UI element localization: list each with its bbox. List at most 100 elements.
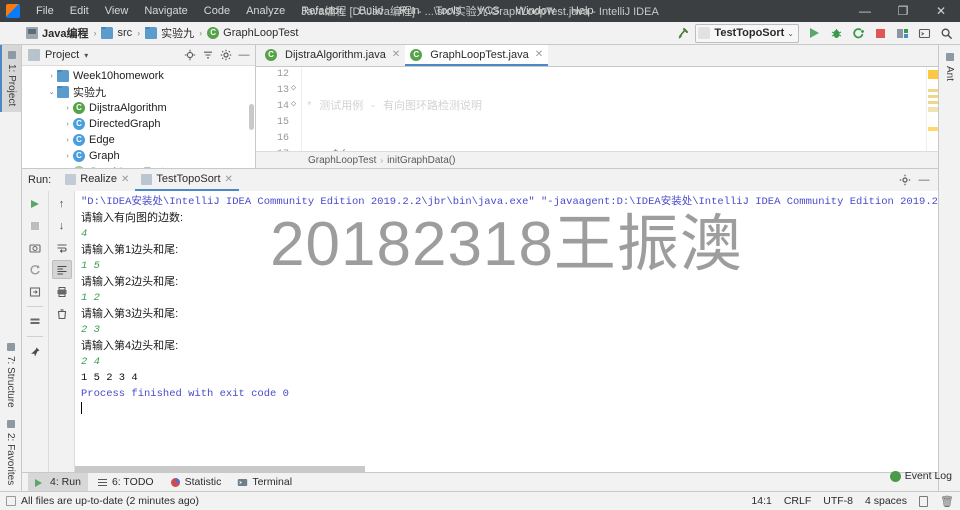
bottom-tab-todo[interactable]: 6: TODO xyxy=(90,473,161,491)
chevron-right-icon[interactable]: › xyxy=(62,137,73,144)
project-tree[interactable]: › Week10homework ⌄ 实验九 › C DijstraAlgori… xyxy=(22,66,255,168)
chevron-down-icon[interactable]: ⌄ xyxy=(46,88,57,96)
menu-tools[interactable]: Tools xyxy=(427,2,469,20)
sidebar-item-ant[interactable]: Ant xyxy=(942,49,957,85)
search-everywhere-icon[interactable] xyxy=(936,23,956,43)
chevron-right-icon[interactable]: › xyxy=(62,105,73,112)
caret-position[interactable]: 14:1 xyxy=(751,495,771,507)
trash-icon[interactable]: 🗑 xyxy=(940,495,954,508)
menu-vcs[interactable]: VCS xyxy=(469,2,508,20)
soft-wrap-icon[interactable] xyxy=(52,238,72,257)
run-configuration-selector[interactable]: TestTopoSort ⌄ xyxy=(695,23,799,43)
project-tree-scrollbar[interactable] xyxy=(249,104,254,130)
settings-gear-icon[interactable] xyxy=(897,172,913,188)
class-icon: C xyxy=(73,166,85,168)
breadcrumb-item-class[interactable]: C GraphLoopTest xyxy=(203,26,302,40)
sidebar-item-favorites[interactable]: 2: Favorites xyxy=(0,414,21,491)
build-hammer-icon[interactable] xyxy=(673,23,693,43)
event-log-button[interactable]: Event Log xyxy=(889,470,952,482)
read-only-toggle-icon[interactable] xyxy=(919,495,929,507)
file-encoding[interactable]: UTF-8 xyxy=(823,495,853,507)
collapse-all-icon[interactable] xyxy=(200,47,216,63)
menu-analyze[interactable]: Analyze xyxy=(238,2,293,20)
breadcrumb-item-src[interactable]: src xyxy=(97,26,136,40)
tree-item-graphlooptest[interactable]: › C GraphLoopTest xyxy=(22,164,255,168)
run-tab-realize[interactable]: Realize ✕ xyxy=(59,170,135,191)
breadcrumb-item-project[interactable]: Java编程 xyxy=(22,24,92,42)
breadcrumb-class[interactable]: GraphLoopTest xyxy=(308,155,376,166)
line-separator[interactable]: CRLF xyxy=(784,495,811,507)
debug-icon[interactable] xyxy=(826,23,846,43)
hide-panel-icon[interactable]: — xyxy=(916,172,932,188)
thread-dump-icon[interactable] xyxy=(25,312,45,331)
tree-item-directedgraph[interactable]: › C DirectedGraph xyxy=(22,116,255,132)
tree-item-shiyanjiu[interactable]: ⌄ 实验九 xyxy=(22,84,255,100)
print-icon[interactable] xyxy=(52,282,72,301)
menu-help[interactable]: Help xyxy=(563,2,602,20)
run-with-coverage-icon[interactable] xyxy=(848,23,868,43)
menu-build[interactable]: Build xyxy=(351,2,391,20)
menu-run[interactable]: Run xyxy=(391,2,427,20)
menu-code[interactable]: Code xyxy=(196,2,238,20)
down-arrow-icon[interactable]: ↓ xyxy=(52,216,72,235)
menu-edit[interactable]: Edit xyxy=(62,2,97,20)
menu-refactor[interactable]: Refactor xyxy=(293,2,351,20)
run-tab-testtoposort[interactable]: TestTopoSort ✕ xyxy=(135,170,239,191)
close-icon[interactable]: ✕ xyxy=(225,174,233,185)
tab-graphlooptest[interactable]: C GraphLoopTest.java ✕ xyxy=(405,45,549,66)
code-editor[interactable]: 12 13 14 15 16 17 ◇ ◇ * 测试用例 - 有向图环路检测说明… xyxy=(256,67,938,151)
bottom-tab-run[interactable]: 4: Run xyxy=(28,473,88,491)
sidebar-item-project[interactable]: 1: Project xyxy=(0,45,21,113)
sidebar-item-structure[interactable]: 7: Structure xyxy=(0,337,21,414)
tree-item-edge[interactable]: › C Edge xyxy=(22,132,255,148)
maximize-button[interactable]: ❐ xyxy=(884,0,922,22)
menu-file[interactable]: File xyxy=(28,2,62,20)
indent-setting[interactable]: 4 spaces xyxy=(865,495,907,507)
rerun-failed-tests-icon[interactable] xyxy=(25,260,45,279)
settings-gear-icon[interactable] xyxy=(218,47,234,63)
scroll-to-end-icon[interactable] xyxy=(51,260,72,279)
menu-view[interactable]: View xyxy=(97,2,137,20)
tree-item-week10homework[interactable]: › Week10homework xyxy=(22,68,255,84)
up-arrow-icon[interactable]: ↑ xyxy=(52,194,72,213)
menu-window[interactable]: Window xyxy=(508,2,563,20)
close-icon[interactable]: ✕ xyxy=(535,49,543,60)
bottom-tab-terminal[interactable]: Terminal xyxy=(230,473,299,491)
menu-navigate[interactable]: Navigate xyxy=(136,2,195,20)
console-output[interactable]: 20182318王振澳 "D:\IDEA安装处\IntelliJ IDEA Co… xyxy=(74,191,938,472)
breadcrumb-method[interactable]: initGraphData() xyxy=(387,155,455,166)
chevron-right-icon[interactable]: › xyxy=(46,73,57,80)
code-fold-icon[interactable]: ◇ xyxy=(289,83,298,93)
terminal-icon[interactable] xyxy=(914,23,934,43)
bottom-tab-statistic[interactable]: Statistic xyxy=(163,473,229,491)
chevron-down-icon[interactable]: ▾ xyxy=(84,51,88,60)
status-indicators: 14:1 CRLF UTF-8 4 spaces 🗑 xyxy=(751,495,954,508)
close-button[interactable]: ✕ xyxy=(922,0,960,22)
project-structure-icon[interactable] xyxy=(892,23,912,43)
close-icon[interactable]: ✕ xyxy=(121,174,129,185)
chevron-right-icon[interactable]: › xyxy=(62,153,73,160)
tree-item-graph[interactable]: › C Graph xyxy=(22,148,255,164)
hide-panel-icon[interactable]: — xyxy=(236,47,252,63)
stop-icon[interactable] xyxy=(25,216,45,235)
run-icon[interactable] xyxy=(804,23,824,43)
breadcrumb-item-package[interactable]: 实验九 xyxy=(141,24,198,42)
code-content[interactable]: * 测试用例 - 有向图环路检测说明 */ public void initGr… xyxy=(302,67,926,151)
close-icon[interactable]: ✕ xyxy=(392,49,400,60)
minimize-button[interactable]: — xyxy=(846,0,884,22)
rerun-icon[interactable] xyxy=(25,194,45,213)
stop-icon[interactable] xyxy=(870,23,890,43)
screenshot-icon[interactable] xyxy=(25,238,45,257)
export-icon[interactable] xyxy=(25,282,45,301)
clear-all-icon[interactable] xyxy=(52,304,72,323)
error-stripe-markers[interactable] xyxy=(926,67,938,151)
chevron-right-icon[interactable]: › xyxy=(62,121,73,128)
console-line-prompt: 请输入有向图的边数: xyxy=(81,212,184,224)
locate-icon[interactable] xyxy=(182,47,198,63)
pin-icon[interactable] xyxy=(25,342,45,361)
console-horizontal-scrollbar[interactable] xyxy=(75,466,365,472)
code-comment: */ xyxy=(332,149,345,151)
code-fold-icon[interactable]: ◇ xyxy=(289,99,298,109)
tab-dijstraalgorithm[interactable]: C DijstraAlgorithm.java ✕ xyxy=(260,45,405,66)
tree-item-dijstraalgorithm[interactable]: › C DijstraAlgorithm xyxy=(22,100,255,116)
